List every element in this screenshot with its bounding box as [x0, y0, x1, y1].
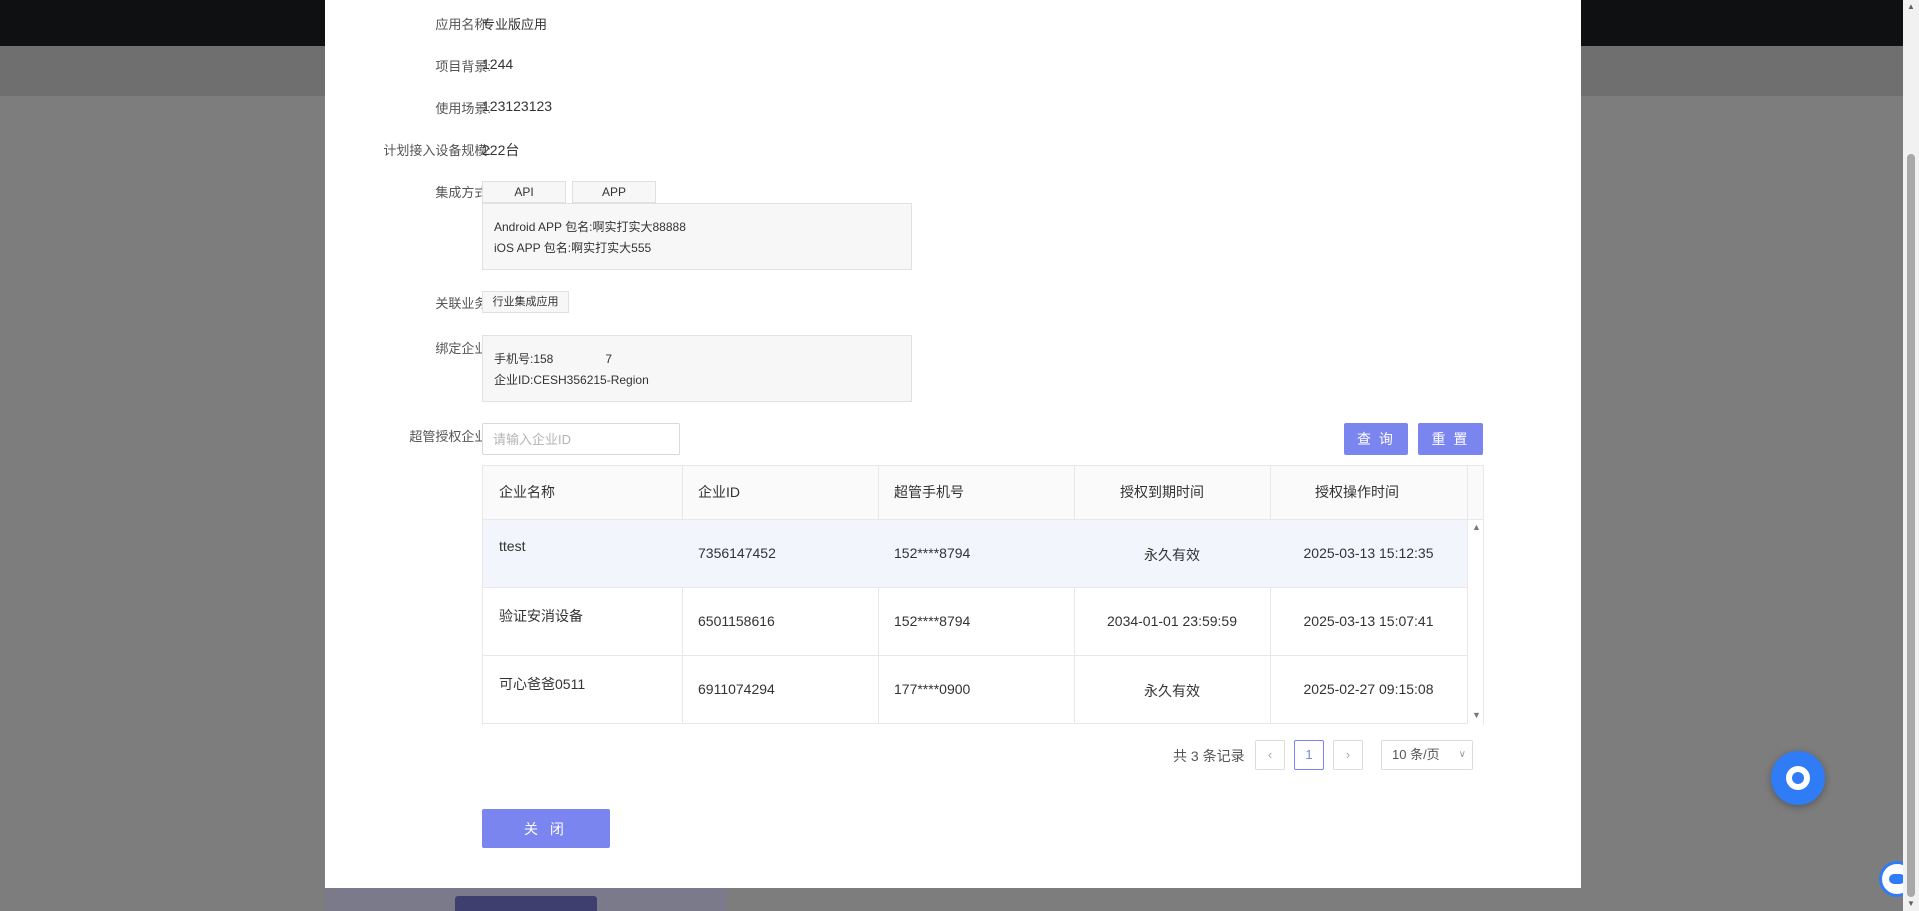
- close-button[interactable]: 关 闭: [482, 809, 610, 848]
- prev-page-button[interactable]: ‹: [1255, 740, 1285, 770]
- enterprise-phone: 手机号:158 7: [494, 350, 612, 367]
- scroll-down-icon[interactable]: ▼: [1472, 710, 1481, 720]
- integration-tag-app: APP: [572, 181, 656, 203]
- cell-expire-time: 永久有效: [1144, 547, 1200, 563]
- enterprise-phone-tail: 7: [605, 352, 613, 366]
- field-label: 绑定企业:: [435, 341, 491, 356]
- field-label: 应用名称:: [435, 17, 491, 32]
- background-button: [455, 896, 597, 911]
- table-scrollbar[interactable]: [1468, 520, 1483, 725]
- field-label: 项目背景:: [435, 59, 491, 74]
- package-info-box: Android APP 包名:啊实打实大88888 iOS APP 包名:啊实打…: [482, 203, 912, 270]
- page-scroll-up-icon[interactable]: ▲: [1907, 2, 1915, 11]
- table-row[interactable]: 可心爸爸0511 6911074294 177****0900 永久有效 202…: [483, 656, 1467, 724]
- chevron-down-icon: ∨: [1458, 749, 1466, 760]
- header-admin-phone: 超管手机号: [894, 484, 964, 500]
- field-label: 关联业务:: [435, 296, 491, 311]
- auth-enterprise-table: 企业名称 企业ID 超管手机号 授权到期时间 授权操作时间 ttest 7356…: [482, 465, 1484, 725]
- ios-package: iOS APP 包名:啊实打实大555: [494, 241, 652, 255]
- pagination-total: 共 3 条记录: [1173, 748, 1245, 764]
- cell-enterprise-name: 可心爸爸0511: [499, 676, 586, 692]
- page-scroll-down-icon[interactable]: ▼: [1907, 899, 1915, 908]
- reset-button[interactable]: 重 置: [1418, 423, 1483, 455]
- header-enterprise-name: 企业名称: [499, 484, 555, 500]
- cell-admin-phone: 177****0900: [894, 681, 971, 697]
- detail-modal: 应用名称: 专业版应用 项目背景: 1244 使用场景: 123123123 计…: [325, 0, 1581, 888]
- table-row[interactable]: ttest 7356147452 152****8794 永久有效 2025-0…: [483, 520, 1467, 588]
- query-button[interactable]: 查 询: [1344, 423, 1408, 455]
- cell-operate-time: 2025-02-27 09:15:08: [1303, 681, 1434, 697]
- table-row[interactable]: 验证安消设备 6501158616 152****8794 2034-01-01…: [483, 588, 1467, 656]
- header-enterprise-id: 企业ID: [698, 484, 740, 500]
- enterprise-phone-prefix: 手机号:158: [494, 352, 554, 366]
- customer-service-button[interactable]: [1771, 751, 1825, 805]
- cell-enterprise-id: 6501158616: [698, 613, 775, 629]
- cell-operate-time: 2025-03-13 15:07:41: [1303, 613, 1434, 629]
- page-scrollbar-thumb[interactable]: [1907, 154, 1915, 897]
- cell-operate-time: 2025-03-13 15:12:35: [1303, 545, 1434, 561]
- page-1-button[interactable]: 1: [1294, 740, 1324, 770]
- field-value: 123123123: [482, 98, 553, 114]
- cell-admin-phone: 152****8794: [894, 545, 971, 561]
- page-size-value: 10 条/页: [1392, 747, 1440, 762]
- cell-enterprise-name: 验证安消设备: [499, 608, 583, 624]
- cell-enterprise-name: ttest: [499, 538, 526, 554]
- cell-expire-time: 2034-01-01 23:59:59: [1107, 613, 1237, 629]
- header-operate-time: 授权操作时间: [1315, 484, 1399, 500]
- field-label: 使用场景:: [435, 101, 491, 116]
- cell-enterprise-id: 6911074294: [698, 681, 775, 697]
- field-value: 1244: [482, 56, 514, 72]
- business-tag: 行业集成应用: [482, 291, 569, 313]
- field-label: 计划接入设备规模:: [383, 143, 491, 158]
- android-package: Android APP 包名:啊实打实大88888: [494, 220, 686, 234]
- cell-expire-time: 永久有效: [1144, 683, 1200, 699]
- enterprise-info-box: 手机号:158 7 企业ID:CESH356215-Region: [482, 335, 912, 402]
- field-value: 222台: [482, 142, 520, 158]
- header-expire-time: 授权到期时间: [1120, 484, 1204, 500]
- table-header: 企业名称 企业ID 超管手机号 授权到期时间 授权操作时间: [483, 466, 1483, 520]
- enterprise-id-search-input[interactable]: [482, 423, 680, 455]
- integration-tag-api: API: [482, 181, 566, 203]
- field-label: 集成方式:: [435, 185, 491, 200]
- enterprise-id: 企业ID:CESH356215-Region: [494, 373, 649, 387]
- scroll-up-icon[interactable]: ▲: [1472, 522, 1481, 532]
- field-label: 超管授权企业:: [409, 429, 491, 444]
- page-size-select[interactable]: 10 条/页 ∨: [1381, 740, 1473, 770]
- cell-enterprise-id: 7356147452: [698, 545, 776, 561]
- headset-icon: [1786, 766, 1810, 790]
- field-value: 专业版应用: [482, 17, 548, 32]
- page-scrollbar[interactable]: ▲ ▼: [1903, 0, 1919, 911]
- cell-admin-phone: 152****8794: [894, 613, 971, 629]
- next-page-button[interactable]: ›: [1333, 740, 1363, 770]
